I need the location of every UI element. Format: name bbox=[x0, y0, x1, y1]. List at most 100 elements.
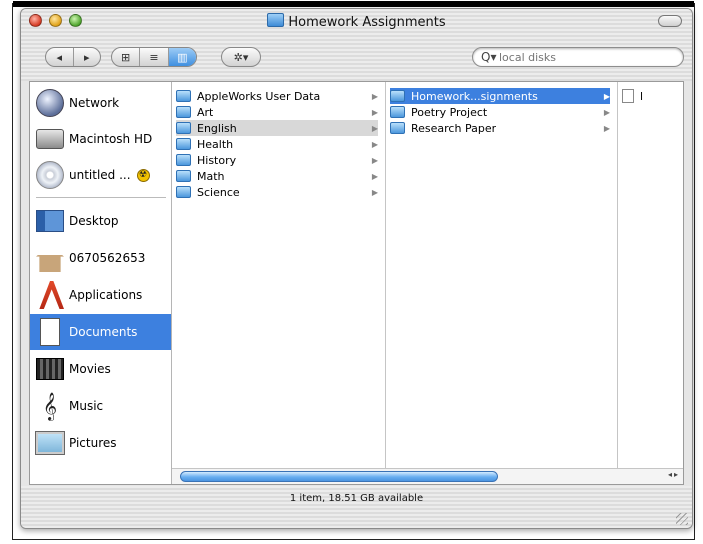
action-gear: ✲▾ bbox=[222, 48, 260, 66]
disclosure-arrow-icon: ▶ bbox=[371, 187, 378, 197]
status-text: 1 item, 18.51 GB available bbox=[289, 493, 424, 504]
disclosure-arrow-icon: ▶ bbox=[371, 155, 378, 165]
list-item-art[interactable]: Art ▶ bbox=[176, 104, 378, 120]
scrollbar-thumb[interactable] bbox=[180, 471, 498, 482]
folder-icon bbox=[176, 170, 191, 182]
list-item-science[interactable]: Science ▶ bbox=[176, 184, 378, 200]
toolbar-toggle-button[interactable] bbox=[658, 15, 682, 27]
list-item-math[interactable]: Math ▶ bbox=[176, 168, 378, 184]
pictures-icon bbox=[35, 431, 65, 455]
sidebar: Network Macintosh HD untitled ... ☢ Desk… bbox=[30, 82, 172, 484]
finder-window: Homework Assignments ◂ ▸ ⊞ ≡ ▥ ✲▾ Q▾ Net… bbox=[20, 8, 693, 529]
icon-view-button[interactable]: ⊞ bbox=[112, 48, 141, 66]
sidebar-item-label: Music bbox=[69, 399, 104, 413]
document-icon bbox=[622, 89, 634, 103]
forward-arrow-icon: ▸ bbox=[83, 50, 90, 64]
folder-icon bbox=[390, 90, 405, 102]
folder-icon bbox=[176, 154, 191, 166]
column-documents: AppleWorks User Data ▶ Art ▶ English ▶ Heal… bbox=[172, 82, 386, 484]
sidebar-item-label: Macintosh HD bbox=[69, 132, 153, 146]
sidebar-item-label: Documents bbox=[69, 325, 138, 339]
list-item-label: l bbox=[640, 89, 644, 103]
network-icon bbox=[36, 89, 64, 117]
list-view-icon: ≡ bbox=[149, 50, 159, 64]
list-item-label: Math bbox=[197, 169, 225, 183]
sidebar-item-label: untitled ... bbox=[69, 168, 131, 182]
list-view-button[interactable]: ≡ bbox=[140, 48, 169, 66]
folder-icon bbox=[390, 106, 405, 118]
browser-content: Network Macintosh HD untitled ... ☢ Desk… bbox=[29, 81, 684, 485]
eject-icon[interactable]: ☢ bbox=[136, 168, 150, 182]
list-item-label: Art bbox=[197, 105, 214, 119]
disclosure-arrow-icon: ▶ bbox=[371, 123, 378, 133]
forward-button[interactable]: ▸ bbox=[74, 48, 101, 66]
disclosure-arrow-icon: ▶ bbox=[371, 107, 378, 117]
documents-icon bbox=[40, 318, 60, 346]
music-icon: 𝄞 bbox=[42, 392, 58, 420]
sidebar-item-label: 0670562653 bbox=[69, 251, 146, 265]
sidebar-item-desktop[interactable]: Desktop bbox=[30, 203, 171, 239]
list-item-label: Homework...signments bbox=[411, 89, 538, 103]
window-title: Homework Assignments bbox=[21, 13, 692, 30]
sidebar-item-home[interactable]: 0670562653 bbox=[30, 240, 171, 276]
horizontal-scrollbar[interactable]: ◂▸ bbox=[172, 468, 683, 484]
sidebar-item-macintosh-hd[interactable]: Macintosh HD bbox=[30, 121, 171, 157]
disclosure-arrow-icon: ▶ bbox=[603, 123, 610, 133]
list-item-health[interactable]: Health ▶ bbox=[176, 136, 378, 152]
column-english: Homework...signments ▶ Poetry Project ▶ Re… bbox=[386, 82, 618, 484]
search-icon[interactable]: Q▾ bbox=[481, 50, 496, 64]
gear-icon: ✲▾ bbox=[233, 50, 249, 64]
list-item-label: AppleWorks User Data bbox=[197, 89, 321, 103]
sidebar-item-applications[interactable]: Applications bbox=[30, 277, 171, 313]
disclosure-arrow-icon: ▶ bbox=[603, 107, 610, 117]
view-mode-control: ⊞ ≡ ▥ bbox=[111, 47, 197, 67]
list-item-appleworks[interactable]: AppleWorks User Data ▶ bbox=[176, 88, 378, 104]
folder-icon bbox=[176, 186, 191, 198]
sidebar-item-label: Applications bbox=[69, 288, 143, 302]
disclosure-arrow-icon: ▶ bbox=[371, 91, 378, 101]
column-view-button[interactable]: ▥ bbox=[168, 48, 196, 66]
action-menu-button[interactable]: ✲▾ bbox=[221, 47, 261, 67]
list-item-document[interactable]: l bbox=[622, 88, 682, 104]
folder-icon bbox=[390, 122, 405, 134]
list-item-poetry-project[interactable]: Poetry Project ▶ bbox=[390, 104, 610, 120]
list-item-label: English bbox=[197, 121, 237, 135]
disclosure-arrow-icon: ▶ bbox=[603, 91, 610, 101]
sidebar-item-label: Movies bbox=[69, 362, 111, 376]
column-view-icon: ▥ bbox=[177, 50, 188, 64]
folder-icon bbox=[176, 138, 191, 150]
cd-icon bbox=[36, 161, 64, 189]
sidebar-item-music[interactable]: 𝄞 Music bbox=[30, 388, 171, 424]
title-bar[interactable]: Homework Assignments bbox=[21, 9, 692, 33]
sidebar-item-untitled-disc[interactable]: untitled ... ☢ bbox=[30, 157, 171, 193]
list-item-research-paper[interactable]: Research Paper ▶ bbox=[390, 120, 610, 136]
disclosure-arrow-icon: ▶ bbox=[371, 171, 378, 181]
sidebar-item-network[interactable]: Network bbox=[30, 85, 171, 121]
desktop-icon bbox=[36, 210, 64, 232]
applications-icon bbox=[39, 281, 64, 309]
search-input[interactable] bbox=[497, 49, 671, 66]
list-item-english[interactable]: English ▶ bbox=[176, 120, 378, 136]
icon-view-icon: ⊞ bbox=[121, 50, 131, 64]
home-icon bbox=[36, 244, 64, 272]
list-item-history[interactable]: History ▶ bbox=[176, 152, 378, 168]
top-border bbox=[13, 1, 694, 7]
sidebar-divider bbox=[36, 197, 166, 198]
sidebar-item-movies[interactable]: Movies bbox=[30, 351, 171, 387]
scroll-arrows-icon[interactable]: ◂▸ bbox=[668, 470, 680, 479]
folder-icon bbox=[176, 90, 191, 102]
sidebar-item-pictures[interactable]: Pictures bbox=[30, 425, 171, 461]
folder-icon bbox=[267, 13, 285, 27]
sidebar-item-documents[interactable]: Documents bbox=[30, 314, 171, 350]
sidebar-item-label: Desktop bbox=[69, 214, 119, 228]
sidebar-item-label: Pictures bbox=[69, 436, 117, 450]
list-item-label: History bbox=[197, 153, 237, 167]
resize-grip[interactable] bbox=[676, 513, 688, 525]
hard-drive-icon bbox=[36, 129, 64, 149]
back-forward-control: ◂ ▸ bbox=[45, 47, 101, 67]
list-item-homework-assignments[interactable]: Homework...signments ▶ bbox=[390, 88, 610, 104]
search-field[interactable]: Q▾ bbox=[472, 47, 684, 67]
back-button[interactable]: ◂ bbox=[46, 48, 74, 66]
movies-icon bbox=[36, 358, 64, 380]
folder-icon bbox=[176, 106, 191, 118]
